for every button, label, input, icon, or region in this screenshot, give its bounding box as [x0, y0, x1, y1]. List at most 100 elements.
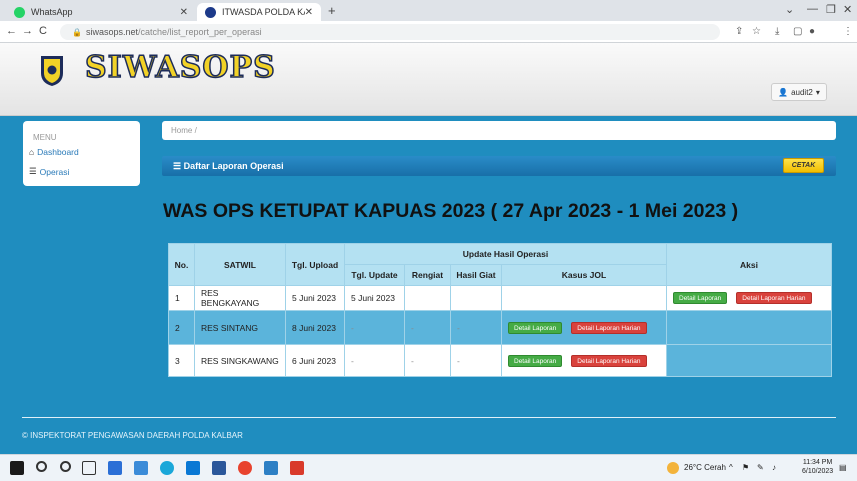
- brand-title: SIWASOPS: [84, 49, 276, 86]
- cell-aksi: [666, 310, 832, 345]
- network-icon[interactable]: ⚑: [742, 463, 749, 472]
- cell-satwil: RES SINTANG: [194, 310, 286, 345]
- user-icon: 👤: [778, 87, 789, 97]
- footer-divider: [22, 417, 836, 418]
- close-icon[interactable]: ✕: [305, 7, 313, 18]
- task-view-icon[interactable]: [82, 461, 96, 475]
- col-header: Kasus JOL: [501, 264, 667, 286]
- cell-rengiat: -: [404, 344, 451, 377]
- section-title: Daftar Laporan Operasi: [183, 161, 284, 171]
- mail-icon[interactable]: [186, 461, 200, 475]
- pdf-icon[interactable]: [290, 461, 304, 475]
- print-button[interactable]: CETAK: [783, 158, 824, 173]
- detail-report-button[interactable]: Detail Laporan: [508, 321, 563, 334]
- cell-update: -: [344, 310, 405, 345]
- col-header: No.: [168, 243, 195, 286]
- col-header: Tgl. Update: [344, 264, 405, 286]
- close-icon[interactable]: ✕: [180, 7, 188, 18]
- footer-copyright: © INSPEKTORAT PENGAWASAN DAERAH POLDA KA…: [22, 431, 243, 440]
- breadcrumb: Home /: [162, 121, 836, 140]
- cell-upload: 8 Juni 2023: [285, 310, 345, 345]
- list-icon: ☰: [29, 166, 37, 176]
- minimize-button[interactable]: —: [807, 3, 818, 15]
- col-header: Tgl. Upload: [285, 243, 345, 286]
- sidepanel-icon[interactable]: ▢: [793, 26, 802, 37]
- close-window-button[interactable]: ✕: [843, 3, 852, 16]
- chrome-icon[interactable]: [238, 461, 252, 475]
- url-path: /catche/list_report_per_operasi: [138, 27, 262, 37]
- app-icon[interactable]: [134, 461, 148, 475]
- daily-report-button[interactable]: Detail Laporan Harian: [571, 321, 647, 334]
- home-icon: ⌂: [29, 147, 35, 157]
- time: 11:34 PM: [802, 459, 833, 466]
- cell-hasil: -: [450, 344, 502, 377]
- word-icon[interactable]: [212, 461, 226, 475]
- weather-icon: [667, 462, 679, 474]
- table-row: 1 RES BENGKAYANG 5 Juni 2023 5 Juni 2023…: [168, 285, 832, 311]
- maximize-button[interactable]: ❐: [826, 3, 836, 16]
- menu-title: MENU: [33, 133, 57, 142]
- cell-aksi: Detail Laporan Detail Laporan Harian: [666, 285, 832, 311]
- site-emblem-icon: [205, 6, 216, 18]
- reload-icon[interactable]: C: [39, 25, 47, 37]
- edge-icon[interactable]: [160, 461, 174, 475]
- page-header: SIWASOPS: [0, 43, 857, 116]
- col-header: Aksi: [666, 243, 832, 286]
- lock-icon: 🔒: [72, 28, 82, 37]
- cell-satwil: RES SINGKAWANG: [194, 344, 286, 377]
- more-menu-icon[interactable]: ⋮: [843, 26, 853, 37]
- breadcrumb-separator: /: [194, 126, 197, 135]
- profile-avatar[interactable]: ●: [809, 26, 815, 37]
- forward-icon[interactable]: →: [22, 25, 33, 37]
- cell-hasil: [450, 285, 502, 311]
- report-title: WAS OPS KETUPAT KAPUAS 2023 ( 27 Apr 202…: [163, 200, 739, 222]
- username: audit2: [791, 87, 813, 97]
- address-bar: ← → C 🔒 siwasops.net/catche/list_report_p…: [0, 21, 857, 43]
- tab-label: WhatsApp: [31, 7, 73, 17]
- pen-icon[interactable]: ✎: [757, 463, 764, 472]
- cell-kasus-jol: Detail Laporan Detail Laporan Harian: [501, 344, 667, 377]
- cortana-icon[interactable]: [60, 461, 71, 472]
- user-menu-button[interactable]: 👤 audit2 ▾: [771, 83, 827, 101]
- daily-report-button[interactable]: Detail Laporan Harian: [571, 354, 647, 367]
- clock[interactable]: 11:34 PM 6/10/2023: [802, 458, 833, 476]
- cell-no: 3: [168, 344, 195, 377]
- sidebar-item-dashboard[interactable]: ⌂ Dashboard: [29, 147, 79, 157]
- download-icon[interactable]: ⤓: [775, 26, 779, 37]
- cell-kasus-jol: [501, 285, 667, 311]
- date: 6/10/2023: [802, 468, 834, 475]
- cell-aksi: [666, 344, 832, 377]
- store-icon[interactable]: [108, 461, 122, 475]
- volume-icon[interactable]: ♪: [772, 463, 776, 472]
- new-tab-button[interactable]: +: [328, 3, 336, 18]
- tray-chevron-icon[interactable]: ^: [729, 463, 733, 472]
- bookmark-star-icon[interactable]: ☆: [752, 26, 761, 37]
- col-header: Hasil Giat: [450, 264, 502, 286]
- tab-itwasda[interactable]: ITWASDA POLDA KALBAR ✕: [197, 3, 321, 21]
- windows-start-icon[interactable]: [10, 461, 24, 475]
- weather-text[interactable]: 26°C Cerah: [684, 463, 726, 472]
- sidebar-item-operasi[interactable]: ☰ Operasi: [29, 166, 69, 177]
- browser-tab-bar: WhatsApp ✕ ITWASDA POLDA KALBAR ✕ + ⌄ — …: [0, 0, 857, 21]
- url-host: siwasops.net: [85, 27, 138, 37]
- table-row: 3 RES SINGKAWANG 6 Juni 2023 - - - Detai…: [168, 344, 832, 377]
- detail-report-button[interactable]: Detail Laporan: [508, 354, 563, 367]
- sidebar-menu: MENU ⌂ Dashboard ☰ Operasi: [23, 121, 140, 186]
- section-header: ☰ Daftar Laporan Operasi: [162, 156, 836, 176]
- os-taskbar: 26°C Cerah ^ ⚑ ✎ ♪ 11:34 PM 6/10/2023 ▤: [0, 454, 857, 481]
- back-icon[interactable]: ←: [6, 25, 17, 37]
- cell-update: -: [344, 344, 405, 377]
- chevron-down-icon[interactable]: ⌄: [785, 3, 794, 16]
- photos-icon[interactable]: [264, 461, 278, 475]
- breadcrumb-home[interactable]: Home: [171, 126, 192, 135]
- daily-report-button[interactable]: Detail Laporan Harian: [736, 292, 812, 304]
- search-icon[interactable]: [36, 461, 47, 472]
- tab-whatsapp[interactable]: WhatsApp ✕: [6, 3, 196, 21]
- share-icon[interactable]: ⇪: [735, 26, 743, 37]
- detail-report-button[interactable]: Detail Laporan: [673, 292, 728, 304]
- url-field[interactable]: 🔒 siwasops.net/catche/list_report_per_ope…: [60, 24, 720, 40]
- notification-icon[interactable]: ▤: [839, 463, 847, 472]
- list-icon: ☰: [173, 161, 184, 171]
- cell-update: 5 Juni 2023: [344, 285, 405, 311]
- cell-upload: 6 Juni 2023: [285, 344, 345, 377]
